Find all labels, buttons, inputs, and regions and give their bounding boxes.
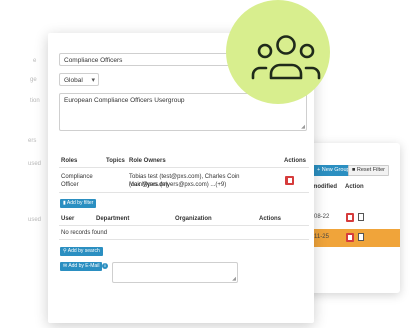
divider bbox=[59, 192, 309, 193]
description-value: European Compliance Officers Usergroup bbox=[64, 97, 185, 104]
bg-label: used bbox=[28, 161, 42, 167]
copy-icon[interactable] bbox=[358, 213, 364, 221]
col-department: Department bbox=[96, 216, 130, 222]
table-row-highlighted[interactable]: 11-25 bbox=[300, 229, 400, 247]
col-topics: Topics bbox=[106, 158, 125, 164]
col-organization: Organization bbox=[175, 216, 212, 222]
resize-handle-icon[interactable]: ◢ bbox=[301, 124, 305, 130]
empty-state-text: No records found bbox=[61, 230, 108, 236]
col-role-owners: Role Owners bbox=[129, 158, 166, 164]
bg-label: e bbox=[33, 58, 37, 64]
col-actions: Actions bbox=[284, 158, 307, 164]
col-actions: Actions bbox=[259, 216, 282, 222]
scope-select[interactable]: Global bbox=[59, 73, 99, 86]
add-by-search-button[interactable]: ⚲ Add by search bbox=[60, 247, 103, 256]
role-owners-line2: Max Myers (myers@pxs.com) ...(+9) bbox=[129, 182, 227, 188]
email-textarea[interactable]: ◢ bbox=[112, 262, 238, 283]
divider bbox=[59, 239, 309, 240]
table-row[interactable]: 08-22 bbox=[300, 209, 400, 227]
bg-label: ers bbox=[28, 138, 37, 144]
group-name-input[interactable]: Compliance Officers bbox=[59, 53, 249, 66]
trash-icon[interactable] bbox=[346, 213, 354, 222]
scope-value: Global bbox=[64, 77, 83, 84]
col-user: User bbox=[61, 216, 75, 222]
divider bbox=[59, 225, 309, 226]
add-by-email-button[interactable]: ✉ Add by E-Mail bbox=[60, 262, 103, 271]
add-by-filter-label: Add by filter bbox=[66, 200, 94, 206]
row-date: 11-25 bbox=[314, 234, 329, 240]
add-by-search-label: Add by search bbox=[67, 248, 100, 254]
reset-filter-button[interactable]: ■ Reset Filter bbox=[348, 165, 389, 176]
trash-icon[interactable] bbox=[285, 176, 294, 185]
user-group-icon bbox=[251, 35, 321, 80]
new-group-label: New Group bbox=[321, 167, 350, 173]
resize-handle-icon[interactable]: ◢ bbox=[232, 276, 236, 282]
divider bbox=[59, 167, 309, 168]
column-modified: modified bbox=[312, 184, 337, 190]
group-name-value: Compliance Officers bbox=[64, 57, 123, 64]
copy-icon[interactable] bbox=[358, 233, 364, 241]
column-action: Action bbox=[345, 184, 364, 190]
bg-label: used bbox=[28, 217, 42, 223]
add-by-email-label: Add by E-Mail bbox=[68, 263, 100, 269]
trash-icon[interactable] bbox=[346, 233, 354, 242]
col-roles: Roles bbox=[61, 158, 78, 164]
info-icon[interactable]: i bbox=[102, 263, 108, 269]
bg-label: tion bbox=[30, 98, 40, 104]
add-by-filter-button[interactable]: ▮ Add by filter bbox=[60, 199, 97, 208]
reset-filter-label: Reset Filter bbox=[356, 167, 385, 173]
bg-label: ge bbox=[30, 77, 37, 83]
row-date: 08-22 bbox=[314, 214, 330, 220]
role-name: Compliance Officer bbox=[61, 174, 93, 188]
user-group-badge bbox=[226, 0, 330, 104]
group-list-card: + New Group ■ Reset Filter modified Acti… bbox=[300, 143, 400, 293]
